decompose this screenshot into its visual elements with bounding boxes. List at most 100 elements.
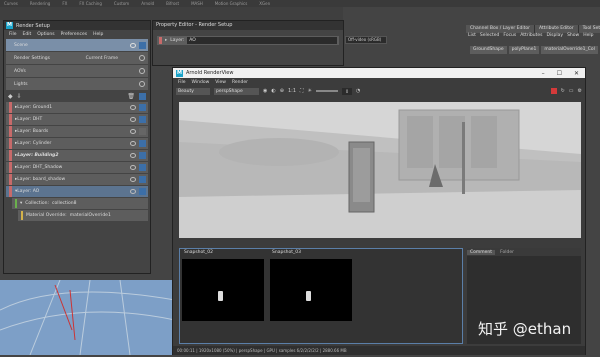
shelf-tab[interactable]: Curves — [4, 1, 18, 6]
camera-dropdown[interactable]: perspShape — [214, 87, 259, 95]
render-all-icon[interactable] — [139, 92, 146, 100]
menu-focus[interactable]: Focus — [503, 33, 516, 40]
render-toggle-icon[interactable] — [139, 164, 146, 171]
collection-row[interactable]: ▾ Collection: collection8 — [12, 198, 148, 209]
eye-icon[interactable] — [130, 165, 136, 170]
shelf-tab[interactable]: MASH — [191, 1, 203, 6]
region-icon[interactable]: ▭ — [569, 88, 574, 94]
menu-list[interactable]: List — [468, 33, 476, 40]
exposure-slider[interactable] — [316, 90, 338, 92]
shelf-tab[interactable]: Custom — [114, 1, 129, 6]
exposure-icon[interactable]: ☀ — [308, 88, 312, 94]
color-space-dropdown[interactable]: Off-video (sRGB) — [345, 36, 387, 44]
tab-channel-box[interactable]: Channel Box / Layer Editor — [466, 25, 535, 33]
render-toggle-icon[interactable] — [139, 152, 146, 159]
layer-name-field[interactable]: AO — [187, 37, 338, 44]
fit-icon[interactable]: ⛶ — [300, 88, 304, 94]
menu-file[interactable]: File — [9, 32, 17, 37]
menu-preferences[interactable]: Preferences — [61, 32, 87, 37]
menu-window[interactable]: Window — [192, 80, 210, 85]
eye-icon[interactable] — [130, 177, 136, 182]
menu-options[interactable]: Options — [37, 32, 54, 37]
rgb-channel-icon[interactable]: ◉ — [263, 88, 267, 94]
menu-selected[interactable]: Selected — [480, 33, 500, 40]
tab-attribute-editor[interactable]: Attribute Editor — [534, 25, 579, 33]
close-icon[interactable]: ✕ — [574, 70, 579, 77]
render-image[interactable] — [179, 102, 581, 238]
render-toggle-icon[interactable] — [139, 188, 146, 195]
shelf-tab[interactable]: FX Caching — [79, 1, 101, 6]
gear-icon[interactable] — [139, 68, 145, 74]
render-toggle-icon[interactable] — [139, 176, 146, 183]
shelf-tab[interactable]: FX — [62, 1, 67, 6]
menu-render[interactable]: Render — [232, 80, 248, 85]
shelf-tab[interactable]: Rendering — [30, 1, 50, 6]
eye-icon[interactable] — [130, 117, 136, 122]
shelf-tab[interactable]: Arnold — [141, 1, 154, 6]
render-toggle-icon[interactable] — [139, 140, 146, 147]
menu-view[interactable]: View — [215, 80, 226, 85]
stop-render-icon[interactable] — [550, 88, 557, 94]
menu-file[interactable]: File — [178, 80, 186, 85]
layer-row[interactable]: ▸ Layer: Building2 — [6, 150, 148, 161]
node-tab-polyplane[interactable]: polyPlane1 — [508, 46, 540, 54]
layer-row[interactable]: ▸ Layer: Ground1 — [6, 102, 148, 113]
gear-icon[interactable] — [139, 81, 145, 87]
alpha-channel-icon[interactable]: ◐ — [271, 88, 275, 94]
render-settings-item[interactable]: Render Settings Current Frame — [6, 52, 148, 64]
snapshot-thumbnail[interactable]: Snapshot_03 — [270, 250, 352, 321]
zoom-icon[interactable]: ⊕ — [280, 88, 284, 94]
layer-color-bar — [9, 102, 12, 113]
aovs-item[interactable]: AOVs — [6, 65, 148, 77]
override-row[interactable]: Material Override: materialOverride1 — [18, 210, 148, 221]
menu-display[interactable]: Display — [546, 33, 563, 40]
eye-icon[interactable] — [130, 141, 136, 146]
import-icon[interactable]: ⇩ — [17, 93, 22, 100]
node-tab-groundshape[interactable]: GroundShape — [470, 46, 507, 54]
tab-folder[interactable]: Folder — [497, 250, 517, 255]
delete-icon[interactable]: 🗑 — [127, 93, 135, 100]
maya-viewport[interactable] — [0, 279, 176, 356]
layer-row[interactable]: ▸ Layer: Cylinder — [6, 138, 148, 149]
menu-attributes[interactable]: Attributes — [520, 33, 542, 40]
zoom-ratio[interactable]: 1:1 — [288, 88, 296, 94]
minimize-icon[interactable]: – — [542, 70, 545, 77]
eye-icon[interactable] — [130, 153, 136, 158]
node-tab-material-override[interactable]: materialOverride1_Col — [541, 46, 598, 54]
shelf-tab[interactable]: Bifrost — [166, 1, 179, 6]
aov-dropdown[interactable]: Beauty — [176, 87, 210, 95]
gear-icon[interactable] — [139, 55, 145, 61]
render-toggle-icon[interactable] — [139, 41, 146, 49]
eye-icon[interactable] — [130, 105, 136, 110]
layer-row[interactable]: ▸ Layer: DHT_Shadow — [6, 162, 148, 173]
eye-icon[interactable] — [130, 189, 136, 194]
collapse-icon[interactable]: ▾ — [20, 201, 22, 206]
menu-help[interactable]: Help — [583, 33, 593, 40]
color-wheel-icon[interactable]: ◔ — [356, 88, 360, 94]
eye-icon[interactable] — [130, 42, 136, 48]
layer-row-selected[interactable]: ▾ Layer: AO — [6, 186, 148, 197]
shelf-tab[interactable]: Motion Graphics — [215, 1, 248, 6]
tab-tool-settings[interactable]: Tool Sett — [578, 25, 600, 33]
refresh-icon[interactable]: ↻ — [561, 88, 565, 94]
menu-show[interactable]: Show — [567, 33, 579, 40]
layer-row[interactable]: ▸ Layer: board_shadow — [6, 174, 148, 185]
menu-edit[interactable]: Edit — [23, 32, 32, 37]
render-toggle-icon[interactable] — [139, 116, 146, 123]
render-toggle-icon[interactable] — [139, 104, 146, 111]
menu-help[interactable]: Help — [93, 32, 103, 37]
tab-comment[interactable]: Comment — [467, 249, 496, 255]
shelf-tab[interactable]: XGen — [259, 1, 270, 6]
settings-gear-icon[interactable]: ⚙ — [578, 88, 585, 94]
layer-row[interactable]: ▸ Layer: Boards — [6, 126, 148, 137]
scene-item[interactable]: Scene — [6, 39, 148, 51]
create-layer-icon[interactable]: ◆ — [8, 93, 13, 100]
layer-collapse-icon[interactable]: ▸ — [165, 38, 167, 43]
layer-row[interactable]: ▸ Layer: DHT — [6, 114, 148, 125]
lights-item[interactable]: Lights — [6, 78, 148, 90]
exposure-value[interactable]: 0 — [342, 87, 352, 95]
maximize-icon[interactable]: ☐ — [557, 70, 562, 77]
render-toggle-icon[interactable] — [139, 128, 146, 135]
snapshot-thumbnail[interactable]: Snapshot_02 — [182, 250, 264, 321]
eye-icon[interactable] — [130, 129, 136, 134]
